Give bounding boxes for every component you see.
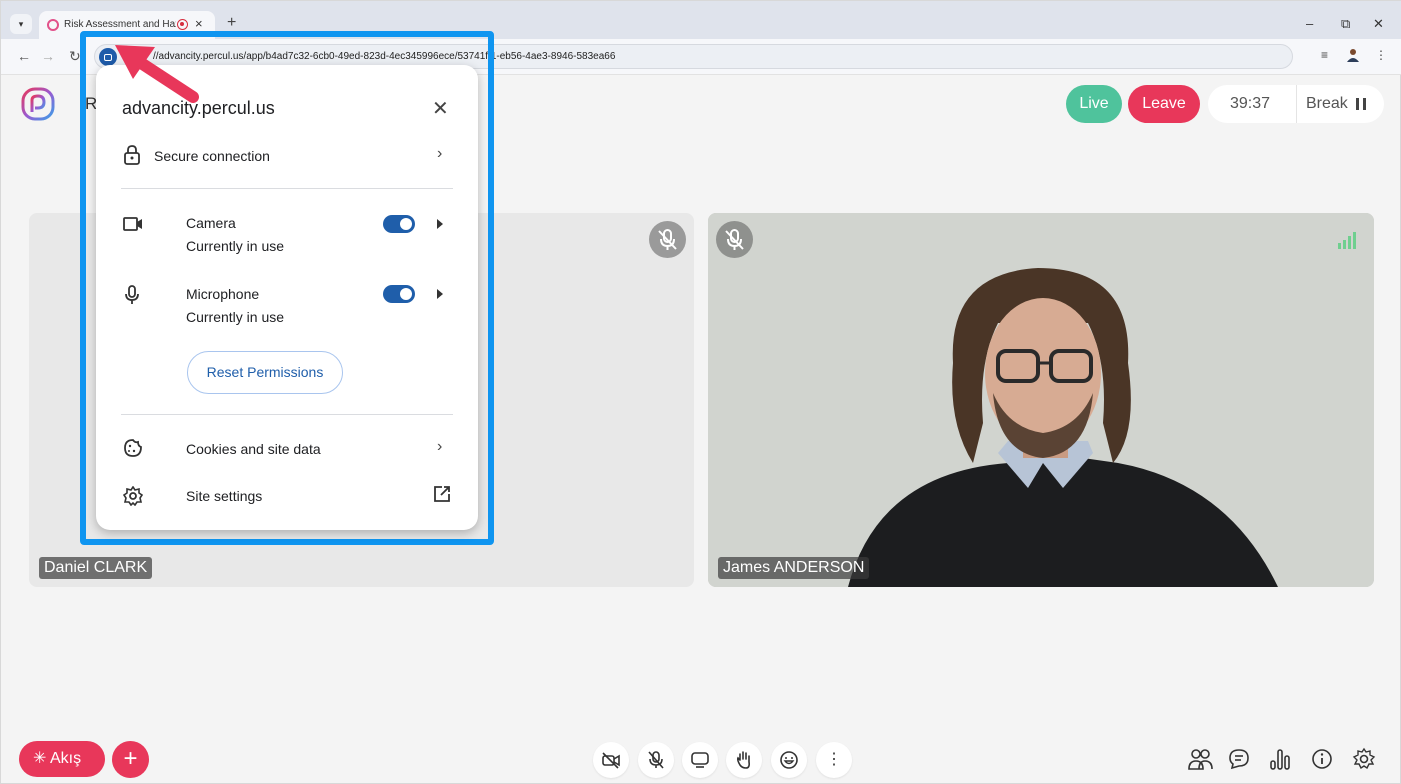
camera-off-icon (602, 752, 620, 769)
reload-icon[interactable]: ↻ (69, 48, 81, 65)
session-timer: 39:37 (1230, 95, 1271, 112)
participant-video (708, 213, 1374, 587)
external-link-icon[interactable] (433, 485, 451, 503)
tab-queue-icon[interactable]: ≡ (1321, 48, 1328, 62)
camera-status: Currently in use (186, 238, 285, 254)
participant-name: James ANDERSON (718, 557, 870, 579)
camera-label: Camera (186, 215, 236, 231)
tab-close-button[interactable]: × (195, 16, 203, 31)
add-button[interactable]: + (112, 741, 149, 778)
microphone-icon (125, 285, 139, 304)
camera-toggle[interactable] (383, 215, 415, 233)
participants-icon[interactable] (1187, 747, 1213, 771)
lock-icon (124, 145, 140, 165)
signal-strength-icon (1338, 232, 1356, 249)
flow-button[interactable]: ✳ Akış (19, 741, 105, 777)
hand-icon (736, 751, 750, 769)
camera-off-button[interactable] (593, 742, 629, 778)
minimize-button[interactable]: – (1306, 16, 1313, 31)
forward-icon[interactable]: → (41, 48, 55, 64)
sparkle-icon: ✳ (33, 750, 50, 767)
browser-menu-icon[interactable]: ⋮ (1375, 48, 1387, 62)
participant-name: Daniel CLARK (39, 557, 153, 579)
mic-muted-icon (649, 221, 686, 258)
video-tile-james[interactable]: James ANDERSON (708, 213, 1374, 587)
chevron-right-icon[interactable]: › (437, 438, 442, 456)
pause-icon[interactable] (1356, 98, 1366, 110)
cookies-label[interactable]: Cookies and site data (186, 441, 321, 457)
browser-window: ▾ Risk Assessment and Hazar × + – ⧉ ✕ ← … (0, 0, 1401, 784)
camera-icon (123, 217, 142, 231)
tab-title: Risk Assessment and Hazar (64, 19, 176, 30)
recording-icon (177, 19, 188, 30)
mic-off-icon (648, 751, 664, 769)
screen-share-icon (691, 752, 709, 768)
gear-icon (123, 486, 143, 506)
mic-off-button[interactable] (638, 742, 674, 778)
microphone-toggle[interactable] (383, 285, 415, 303)
microphone-label: Microphone (186, 286, 260, 302)
site-settings-label[interactable]: Site settings (186, 488, 262, 504)
info-icon[interactable] (1310, 747, 1334, 771)
raise-hand-button[interactable] (726, 742, 762, 778)
tab-favicon-icon (47, 19, 59, 31)
new-tab-button[interactable]: + (227, 14, 236, 32)
chevron-right-icon[interactable]: › (437, 145, 442, 163)
leave-button[interactable]: Leave (1128, 85, 1200, 123)
divider (1296, 85, 1297, 123)
secure-connection-label[interactable]: Secure connection (154, 148, 270, 164)
settings-icon[interactable] (1352, 747, 1376, 771)
popup-close-button[interactable]: ✕ (432, 96, 449, 121)
annotation-arrow-icon (115, 45, 199, 103)
live-button[interactable]: Live (1066, 85, 1122, 123)
profile-avatar[interactable] (1346, 48, 1360, 65)
poll-icon[interactable] (1268, 747, 1292, 771)
site-info-popup: advancity.percul.us ✕ Secure connection … (96, 65, 478, 530)
restore-button[interactable]: ⧉ (1341, 16, 1350, 32)
microphone-expand-icon[interactable] (437, 289, 443, 299)
divider (121, 188, 453, 189)
reset-permissions-button[interactable]: Reset Permissions (187, 351, 343, 394)
close-window-button[interactable]: ✕ (1373, 16, 1384, 32)
tab-search-button[interactable]: ▾ (10, 14, 32, 34)
microphone-status: Currently in use (186, 309, 285, 325)
back-icon[interactable]: ← (17, 48, 31, 64)
camera-expand-icon[interactable] (437, 219, 443, 229)
cookie-icon (124, 439, 142, 457)
reaction-button[interactable] (771, 742, 807, 778)
divider (121, 414, 453, 415)
emoji-icon (780, 751, 798, 769)
more-options-button[interactable]: ⋮ (816, 742, 852, 778)
chat-icon[interactable] (1227, 747, 1251, 771)
flow-label: Akış (49, 750, 82, 767)
timer-box: 39:37 Break (1208, 85, 1384, 123)
percul-logo (21, 87, 55, 121)
mic-muted-icon (716, 221, 753, 258)
screen-share-button[interactable] (682, 742, 718, 778)
break-button[interactable]: Break (1306, 95, 1348, 113)
